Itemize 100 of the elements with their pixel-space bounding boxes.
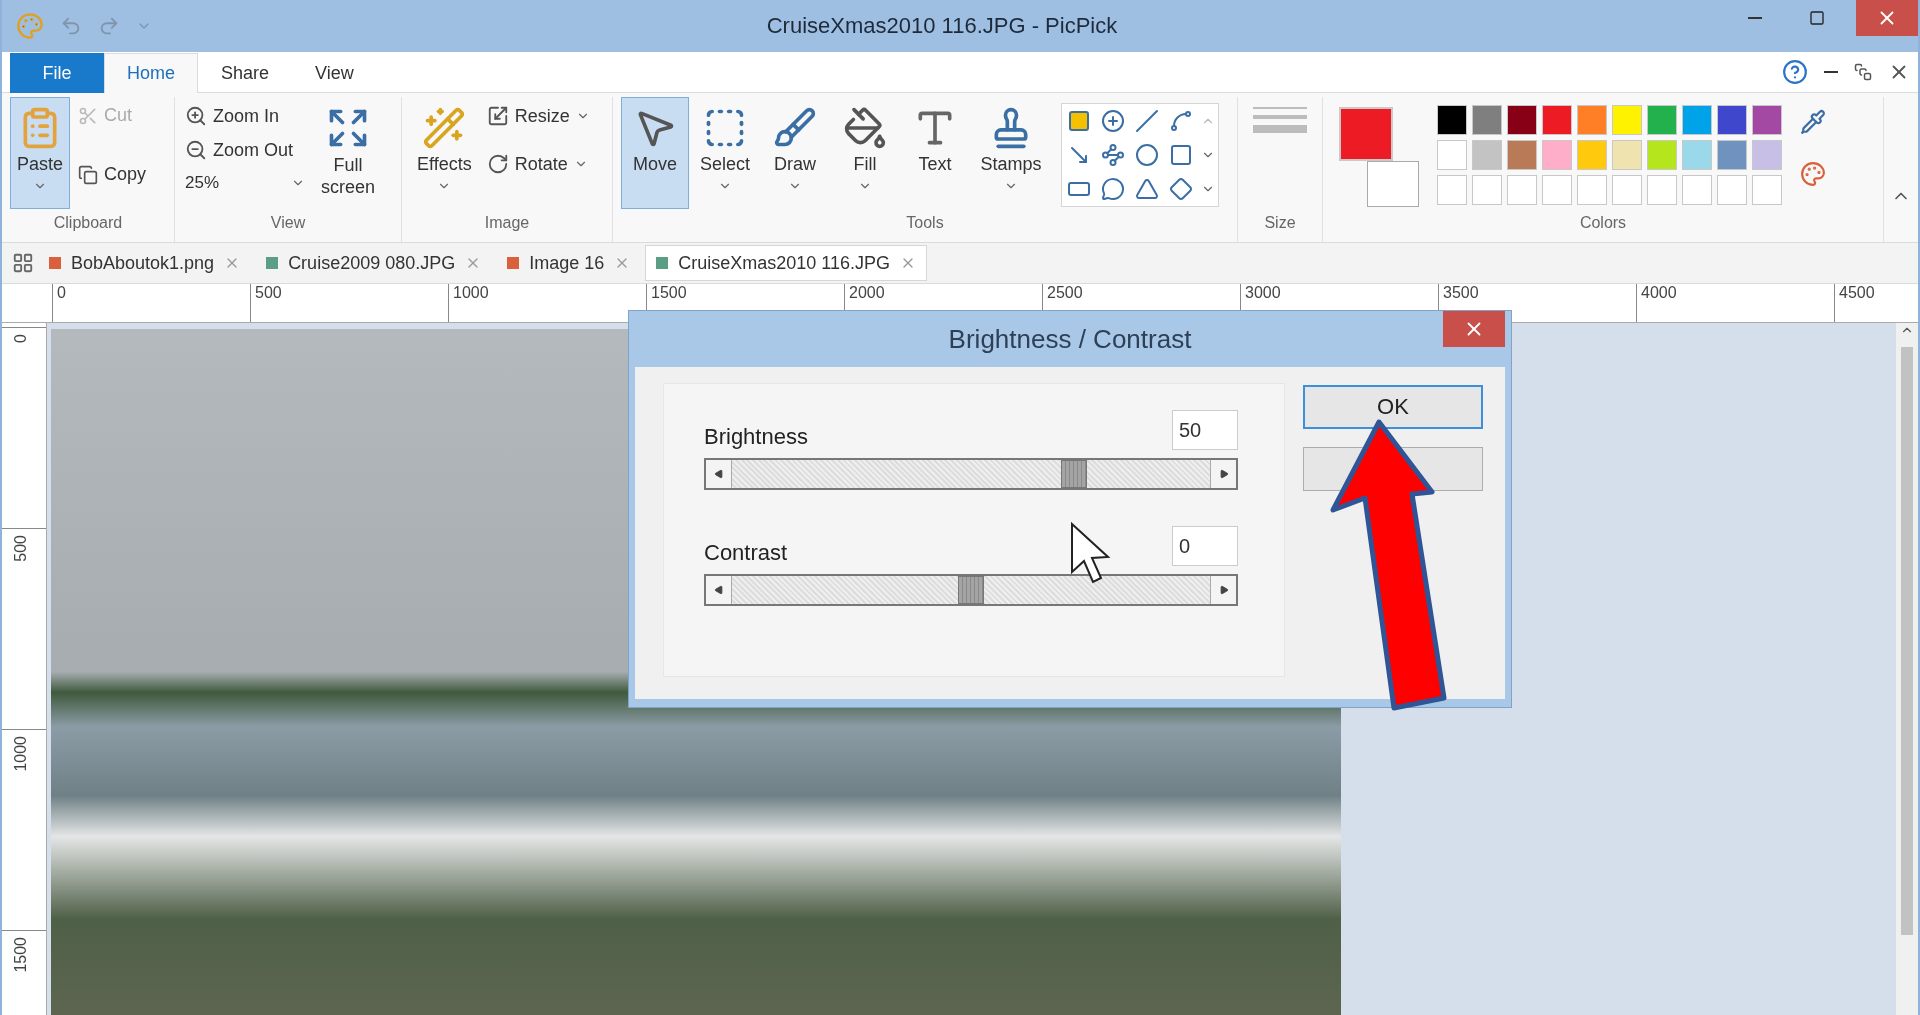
color-swatch[interactable] — [1717, 140, 1747, 170]
slider-left-button[interactable] — [706, 576, 732, 604]
ruler-label: 1500 — [650, 284, 687, 302]
color-swatch[interactable] — [1647, 105, 1677, 135]
redo-button[interactable] — [98, 15, 120, 37]
slider-track[interactable] — [704, 574, 1238, 606]
color-swatch[interactable] — [1752, 105, 1782, 135]
ellipse-icon[interactable] — [1135, 143, 1159, 167]
zoom-dropdown[interactable]: 25% — [183, 169, 307, 197]
color-swatch[interactable] — [1717, 175, 1747, 205]
color-swatch[interactable] — [1472, 175, 1502, 205]
scrollbar[interactable] — [1896, 323, 1918, 1015]
close-button[interactable] — [1856, 0, 1918, 36]
tool-button[interactable]: Stamps — [971, 97, 1051, 209]
file-menu-button[interactable]: File — [10, 53, 104, 93]
tool-button[interactable]: Move — [621, 97, 689, 209]
right-arrow-icon — [1218, 469, 1229, 479]
color-swatch[interactable] — [1717, 105, 1747, 135]
color-swatch[interactable] — [1682, 175, 1712, 205]
value-field[interactable]: 50 — [1172, 410, 1238, 450]
close-button[interactable] — [1443, 311, 1505, 347]
color-swatch[interactable] — [1507, 140, 1537, 170]
ok-button[interactable]: OK — [1303, 385, 1483, 429]
color-swatch[interactable] — [1542, 140, 1572, 170]
color-swatch[interactable] — [1472, 140, 1502, 170]
curve-icon[interactable] — [1169, 109, 1193, 133]
copy-icon — [78, 164, 98, 185]
ribbon-tab[interactable]: Home — [104, 53, 198, 93]
ribbon-tab[interactable]: Share — [198, 53, 293, 93]
effects-button[interactable]: Effects — [410, 97, 479, 209]
color-swatch[interactable] — [1647, 175, 1677, 205]
color-swatch[interactable] — [1472, 105, 1502, 135]
color-swatch[interactable] — [1752, 175, 1782, 205]
slider-thumb[interactable] — [958, 576, 984, 604]
color-swatch[interactable] — [1437, 105, 1467, 135]
value-field[interactable]: 0 — [1172, 526, 1238, 566]
color-swatch[interactable] — [1647, 140, 1677, 170]
rectangle-icon[interactable] — [1169, 143, 1193, 167]
color-swatch[interactable] — [1542, 175, 1572, 205]
color-swatch[interactable] — [1542, 105, 1572, 135]
slider-track[interactable] — [704, 458, 1238, 490]
color-swatch[interactable] — [1437, 175, 1467, 205]
document-tab[interactable]: CruiseXmas2010 116.JPG — [645, 245, 928, 281]
tool-button[interactable]: Draw — [761, 97, 829, 209]
rectangle-icon[interactable] — [1067, 109, 1091, 133]
tab-grid-icon — [12, 252, 34, 274]
slider-left-button[interactable] — [706, 460, 732, 488]
color-swatch[interactable] — [1612, 175, 1642, 205]
slider-label: Brightness — [704, 424, 808, 450]
speech-bubble-icon[interactable] — [1101, 177, 1125, 201]
restore-icon — [1854, 63, 1872, 81]
ruler-label: 3500 — [1442, 284, 1479, 302]
slider-thumb[interactable] — [1060, 460, 1087, 488]
color-swatch[interactable] — [1577, 105, 1607, 135]
circle-plus-icon[interactable] — [1101, 109, 1125, 133]
color-swatch[interactable] — [1612, 105, 1642, 135]
redo-icon — [98, 15, 120, 37]
restore-button[interactable] — [1854, 63, 1872, 81]
slider-right-button[interactable] — [1210, 460, 1236, 488]
slider-right-button[interactable] — [1210, 576, 1236, 604]
zoom-out-button[interactable]: Zoom Out — [183, 135, 307, 165]
document-tab[interactable]: Cruise2009 080.JPG — [255, 245, 493, 281]
ruler-label: 4500 — [1838, 284, 1875, 302]
full-screen-button[interactable]: Full screen — [313, 97, 383, 209]
tool-button[interactable]: Fill — [831, 97, 899, 209]
resize-icon — [486, 105, 509, 127]
diamond-icon[interactable] — [1169, 177, 1193, 201]
resize-button[interactable]: Resize — [484, 101, 592, 131]
right-arrow-icon — [1218, 585, 1229, 595]
ruler-label: 1000 — [452, 284, 489, 302]
copy-button[interactable]: Copy — [76, 160, 149, 189]
left-arrow-icon — [713, 585, 724, 595]
undo-button[interactable] — [60, 15, 82, 37]
triangle-icon[interactable] — [1135, 177, 1159, 201]
document-tab[interactable]: Image 16 — [496, 245, 642, 281]
color-swatch[interactable] — [1507, 105, 1537, 135]
color-swatch[interactable] — [1577, 140, 1607, 170]
secondary-color[interactable] — [1367, 161, 1419, 207]
primary-color[interactable] — [1339, 107, 1393, 161]
color-swatch[interactable] — [1752, 140, 1782, 170]
color-swatch[interactable] — [1437, 140, 1467, 170]
undo-icon — [60, 15, 82, 37]
color-swatch[interactable] — [1612, 140, 1642, 170]
help-button[interactable] — [1782, 59, 1808, 85]
color-swatch[interactable] — [1577, 175, 1607, 205]
zoom-in-button[interactable]: Zoom In — [183, 101, 307, 131]
minimize-icon — [1824, 71, 1838, 73]
connector-icon[interactable] — [1101, 143, 1125, 167]
color-swatch[interactable] — [1507, 175, 1537, 205]
color-swatch[interactable] — [1682, 140, 1712, 170]
tool-button[interactable]: Text — [901, 97, 969, 209]
document-tab[interactable]: BobAboutok1.png — [38, 245, 252, 281]
ribbon-tab[interactable]: View — [292, 53, 377, 93]
color-swatch[interactable] — [1682, 105, 1712, 135]
group-label: Clipboard — [52, 214, 124, 233]
rotate-button[interactable]: Rotate — [484, 149, 592, 179]
ruler-label: 4000 — [1640, 284, 1677, 302]
paste-button[interactable]: Paste — [10, 97, 70, 209]
tool-button[interactable]: Select — [691, 97, 759, 209]
line-icon[interactable] — [1135, 109, 1159, 133]
